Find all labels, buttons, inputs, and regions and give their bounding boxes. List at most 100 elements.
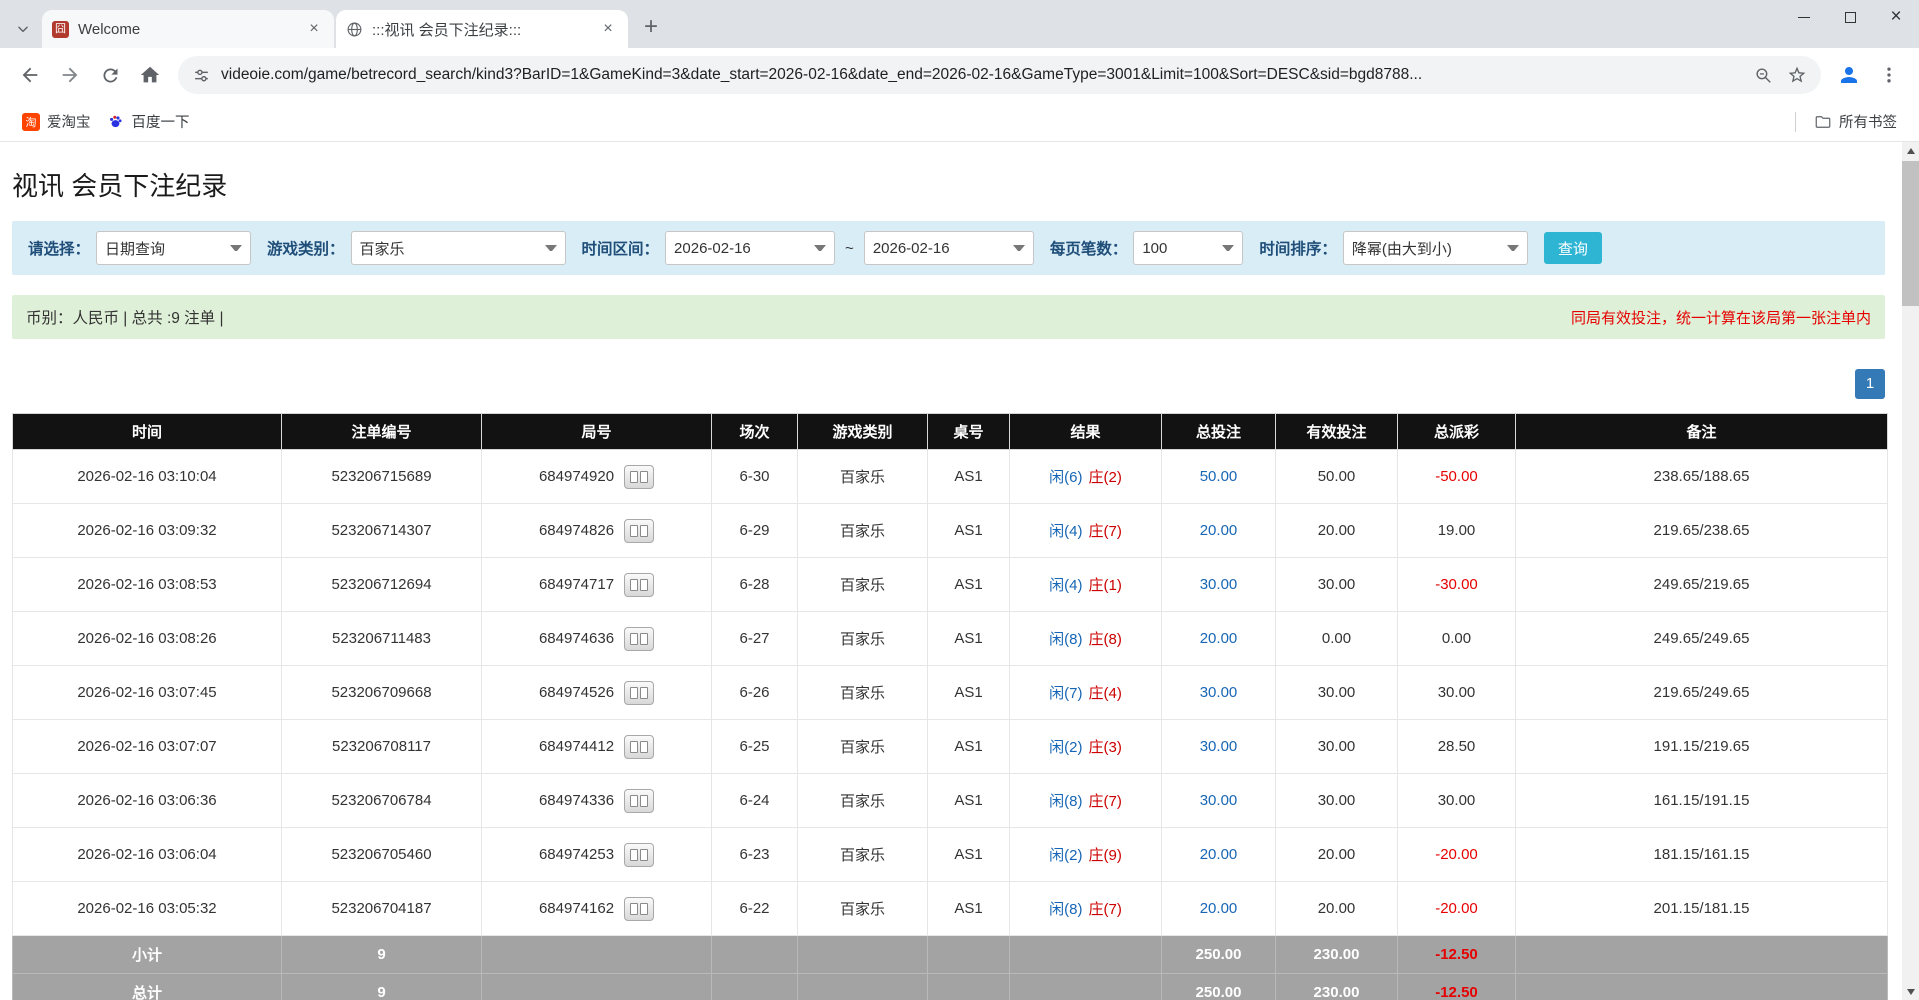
session-value: 6-23	[739, 846, 769, 863]
total-bet-link[interactable]: 20.00	[1200, 522, 1238, 539]
banker-result: 庄(9)	[1089, 847, 1122, 864]
table-no-cell: AS1	[928, 882, 1010, 936]
view-cards-icon[interactable]	[624, 843, 654, 867]
remark-cell: 201.15/181.15	[1516, 882, 1888, 936]
header-session: 场次	[712, 414, 798, 450]
valid-bet-value: 20.00	[1318, 522, 1356, 539]
view-cards-icon[interactable]	[624, 519, 654, 543]
table-no-value: AS1	[954, 684, 982, 701]
new-tab-button[interactable]: +	[634, 10, 668, 44]
taobao-icon: 淘	[22, 113, 40, 131]
scroll-down-arrow[interactable]	[1902, 983, 1919, 1000]
tab-welcome[interactable]: 囧 Welcome ×	[42, 10, 334, 48]
table-row: 2026-02-16 03:10:04 523206715689 6849749…	[13, 450, 1888, 504]
view-cards-icon[interactable]	[624, 681, 654, 705]
total-bet-link[interactable]: 50.00	[1200, 468, 1238, 485]
game-type-select[interactable]: 百家乐	[351, 231, 566, 265]
tab-bet-record[interactable]: :::视讯 会员下注纪录::: ×	[336, 10, 628, 48]
date-end-select[interactable]: 2026-02-16	[864, 231, 1034, 265]
tab-close-icon[interactable]: ×	[598, 19, 618, 39]
time-cell: 2026-02-16 03:06:04	[13, 828, 282, 882]
table-no-value: AS1	[954, 792, 982, 809]
game-type-value: 百家乐	[840, 739, 885, 756]
page-1-button[interactable]: 1	[1855, 369, 1885, 399]
empty-cell	[712, 974, 798, 1000]
bookmark-baidu[interactable]: 百度一下	[99, 107, 198, 136]
total-bet-cell: 20.00	[1162, 504, 1276, 558]
result-cell: 闲(8)庄(8)	[1010, 612, 1162, 666]
total-bet-link[interactable]: 20.00	[1200, 630, 1238, 647]
chevron-down-icon	[1013, 245, 1025, 251]
home-button[interactable]	[130, 55, 170, 95]
result-cell: 闲(6)庄(2)	[1010, 450, 1162, 504]
view-cards-icon[interactable]	[624, 735, 654, 759]
close-window-button[interactable]: ×	[1873, 0, 1919, 34]
empty-cell	[1010, 936, 1162, 974]
site-settings-icon[interactable]	[192, 66, 211, 85]
bookmark-label: 百度一下	[132, 111, 190, 132]
round-cell: 684974717	[482, 558, 712, 612]
search-button[interactable]: 查询	[1544, 232, 1602, 264]
maximize-button[interactable]	[1827, 0, 1873, 34]
page-title: 视讯 会员下注纪录	[12, 166, 1885, 203]
bet-id-value: 523206714307	[331, 522, 431, 539]
table-no-value: AS1	[954, 576, 982, 593]
url-text[interactable]: videoie.com/game/betrecord_search/kind3?…	[221, 66, 1740, 84]
bookmark-star-icon[interactable]	[1787, 65, 1807, 85]
payout-cell: 19.00	[1398, 504, 1516, 558]
scroll-up-arrow[interactable]	[1902, 142, 1919, 159]
payout-value: -20.00	[1435, 900, 1478, 917]
remark-value: 191.15/219.65	[1654, 738, 1750, 755]
profile-avatar[interactable]	[1829, 55, 1869, 95]
query-type-select[interactable]: 日期查询	[96, 231, 251, 265]
empty-cell	[1010, 974, 1162, 1000]
all-bookmarks-button[interactable]: 所有书签	[1806, 107, 1905, 136]
game-type-value: 百家乐	[840, 469, 885, 486]
scrollbar-thumb[interactable]	[1902, 161, 1919, 306]
tab-close-icon[interactable]: ×	[304, 19, 324, 39]
per-page-select[interactable]: 100	[1133, 231, 1243, 265]
total-bet-link[interactable]: 30.00	[1200, 684, 1238, 701]
tab-search-chevron-icon[interactable]	[6, 10, 40, 48]
total-bet-link[interactable]: 30.00	[1200, 576, 1238, 593]
session-value: 6-30	[739, 468, 769, 485]
session-cell: 6-29	[712, 504, 798, 558]
total-bet-link[interactable]: 30.00	[1200, 738, 1238, 755]
view-cards-icon[interactable]	[624, 465, 654, 489]
session-value: 6-26	[739, 684, 769, 701]
empty-cell	[928, 974, 1010, 1000]
address-bar[interactable]: videoie.com/game/betrecord_search/kind3?…	[178, 56, 1821, 94]
summary-info: 币别：人民币 | 总共 :9 注单 |	[26, 306, 224, 328]
sort-select[interactable]: 降幂(由大到小)	[1343, 231, 1528, 265]
view-cards-icon[interactable]	[624, 627, 654, 651]
window-controls: ×	[1781, 0, 1919, 34]
total-bet-link[interactable]: 20.00	[1200, 846, 1238, 863]
zoom-icon[interactable]	[1754, 66, 1773, 85]
date-start-select[interactable]: 2026-02-16	[665, 231, 835, 265]
game-type-cell: 百家乐	[798, 504, 928, 558]
session-value: 6-27	[739, 630, 769, 647]
total-bet-link[interactable]: 20.00	[1200, 900, 1238, 917]
divider	[1795, 112, 1796, 132]
header-result: 结果	[1010, 414, 1162, 450]
refresh-button[interactable]	[90, 55, 130, 95]
view-cards-icon[interactable]	[624, 573, 654, 597]
game-type-value: 百家乐	[840, 793, 885, 810]
bet-id-value: 523206706784	[331, 792, 431, 809]
payout-cell: 28.50	[1398, 720, 1516, 774]
forward-button[interactable]	[50, 55, 90, 95]
back-button[interactable]	[10, 55, 50, 95]
empty-cell	[1516, 974, 1888, 1000]
view-cards-icon[interactable]	[624, 789, 654, 813]
table-row: 2026-02-16 03:05:32 523206704187 6849741…	[13, 882, 1888, 936]
bookmark-aitaobao[interactable]: 淘 爱淘宝	[14, 107, 99, 136]
total-bet-cell: 30.00	[1162, 666, 1276, 720]
view-cards-icon[interactable]	[624, 897, 654, 921]
time-value: 2026-02-16 03:10:04	[77, 468, 216, 485]
globe-favicon-icon	[346, 21, 363, 38]
total-bet-link[interactable]: 30.00	[1200, 792, 1238, 809]
payout-value: 0.00	[1442, 630, 1471, 647]
table-no-value: AS1	[954, 630, 982, 647]
minimize-button[interactable]	[1781, 0, 1827, 34]
menu-icon[interactable]	[1869, 55, 1909, 95]
